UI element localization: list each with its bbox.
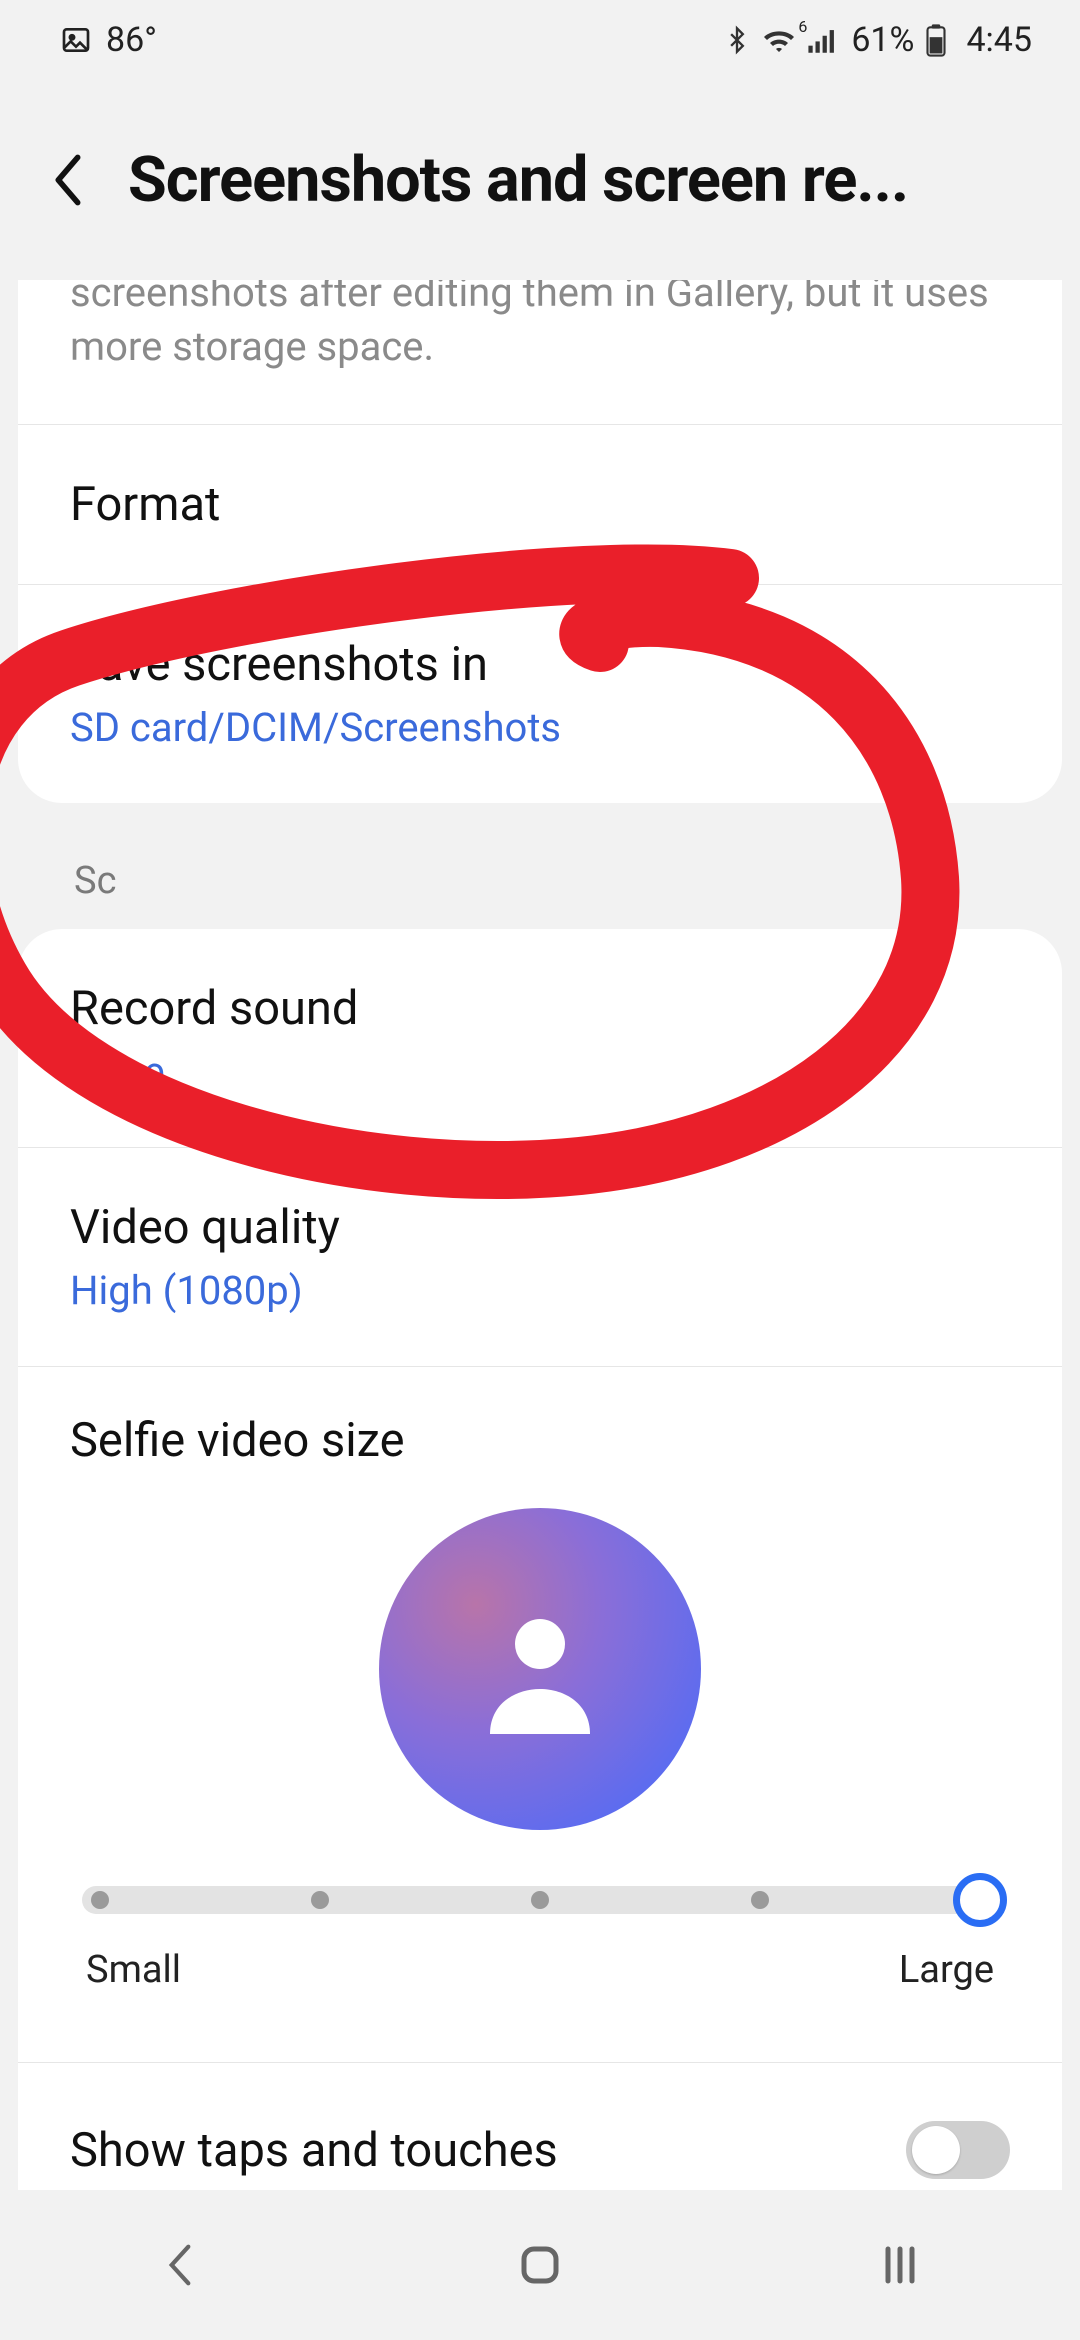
slider-thumb[interactable] xyxy=(953,1873,1007,1927)
nav-back[interactable] xyxy=(125,2235,235,2295)
slider-min-label: Small xyxy=(86,1948,181,1992)
show-taps-toggle[interactable] xyxy=(906,2121,1010,2179)
battery-icon xyxy=(924,23,948,57)
wifi-icon: 6 xyxy=(761,25,797,55)
format-description-partial: screenshots after editing them in Galler… xyxy=(18,280,1062,424)
status-bar: 86° 6 61% 4:45 xyxy=(0,0,1080,80)
picture-icon xyxy=(60,24,92,56)
bluetooth-icon xyxy=(723,23,751,57)
selfie-preview xyxy=(70,1508,1010,1830)
screen-recorder-card: Record sound None Video quality High (10… xyxy=(18,929,1062,2237)
row-save-value: SD card/DCIM/Screenshots xyxy=(70,704,1010,751)
nav-home[interactable] xyxy=(485,2235,595,2295)
back-button[interactable] xyxy=(36,148,100,212)
row-show-taps-title: Show taps and touches xyxy=(70,2123,558,2178)
app-header: Screenshots and screen re... xyxy=(0,80,1080,280)
row-format-title: Format xyxy=(70,477,1010,532)
row-record-sound-title: Record sound xyxy=(70,981,1010,1036)
row-record-sound-value: None xyxy=(70,1048,1010,1095)
battery-pct: 61% xyxy=(851,20,914,60)
selfie-size-slider[interactable]: Small Large xyxy=(70,1886,1010,1992)
screenshots-card: screenshots after editing them in Galler… xyxy=(18,280,1062,803)
row-selfie-title: Selfie video size xyxy=(70,1413,1010,1468)
row-video-quality-value: High (1080p) xyxy=(70,1267,1010,1314)
page-title: Screenshots and screen re... xyxy=(128,144,1044,217)
avatar-preview-circle xyxy=(379,1508,701,1830)
weather-temp: 86° xyxy=(106,20,157,60)
signal-icon xyxy=(807,25,841,55)
slider-max-label: Large xyxy=(899,1948,994,1992)
android-navbar xyxy=(0,2190,1080,2340)
row-video-quality-title: Video quality xyxy=(70,1200,1010,1255)
clock: 4:45 xyxy=(966,20,1032,60)
nav-recents[interactable] xyxy=(845,2235,955,2295)
row-selfie-video-size: Selfie video size xyxy=(18,1366,1062,2062)
person-icon xyxy=(480,1604,600,1734)
row-format[interactable]: Format xyxy=(18,424,1062,584)
section-header-screen-recorder: Sc xyxy=(18,849,1062,929)
row-save-screenshots[interactable]: Save screenshots in SD card/DCIM/Screens… xyxy=(18,584,1062,803)
row-save-title: Save screenshots in xyxy=(70,637,1010,692)
row-video-quality[interactable]: Video quality High (1080p) xyxy=(18,1147,1062,1366)
row-record-sound[interactable]: Record sound None xyxy=(18,929,1062,1147)
